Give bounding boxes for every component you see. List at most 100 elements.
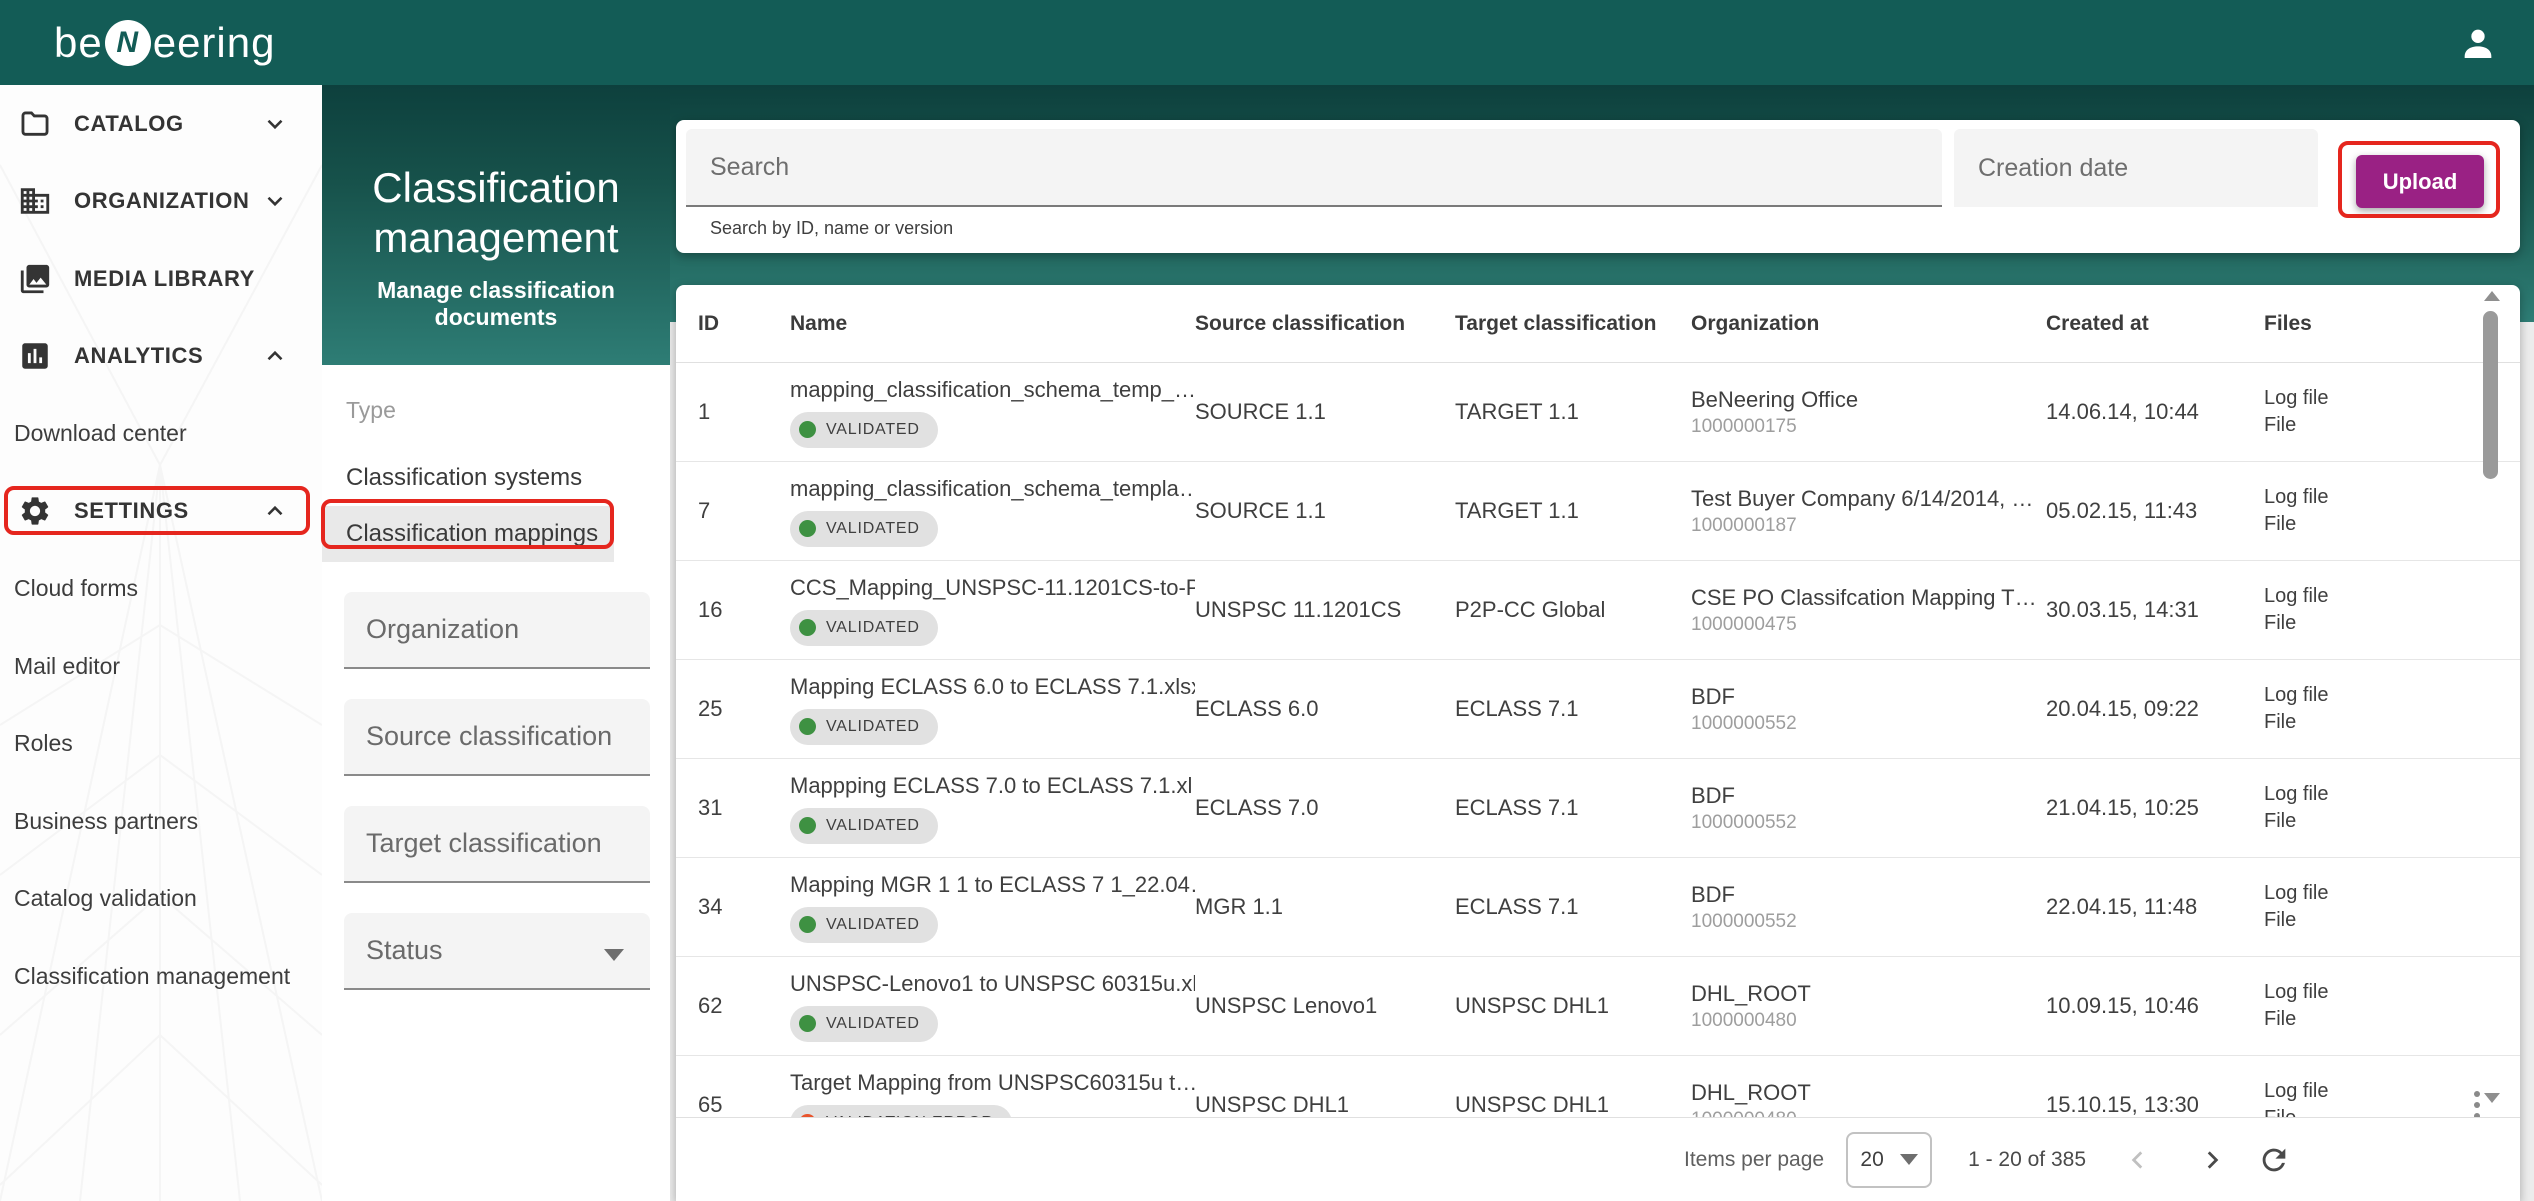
table-row[interactable]: 31 Mappping ECLASS 7.0 to ECLASS 7.1.xl…… bbox=[676, 759, 2520, 858]
sidebar-item-label: Business partners bbox=[14, 807, 199, 834]
status-badge: VALIDATION ERROR bbox=[790, 1104, 1012, 1117]
log-file-link[interactable]: Log file bbox=[2264, 1078, 2434, 1105]
sidebar-item-analytics[interactable]: ANALYTICS bbox=[0, 318, 322, 396]
sidebar-item-roles[interactable]: Roles bbox=[0, 705, 322, 783]
logo-prefix: be bbox=[54, 18, 103, 66]
scroll-up-arrow-icon[interactable] bbox=[2484, 291, 2500, 301]
sidebar-item-cloud-forms[interactable]: Cloud forms bbox=[0, 550, 322, 628]
beneering-logo: be Neering bbox=[54, 19, 275, 67]
sidebar-item-label: Download center bbox=[14, 420, 187, 447]
dropdown-caret-icon bbox=[604, 949, 624, 961]
table-row[interactable]: 62 UNSPSC-Lenovo1 to UNSPSC 60315u.xl… V… bbox=[676, 957, 2520, 1056]
media-library-icon bbox=[20, 264, 50, 293]
mappings-table-card: ID Name Source classification Target cla… bbox=[676, 285, 2520, 1201]
log-file-link[interactable]: Log file bbox=[2264, 781, 2434, 808]
sidebar-item-download-center[interactable]: Download center bbox=[0, 395, 322, 473]
status-dot-icon bbox=[799, 718, 816, 735]
refresh-icon[interactable] bbox=[2252, 1138, 2296, 1182]
status-badge: VALIDATED bbox=[790, 609, 938, 646]
log-file-link[interactable]: Log file bbox=[2264, 880, 2434, 907]
table-row[interactable]: 1 mapping_classification_schema_temp_… V… bbox=[676, 363, 2520, 462]
table-row[interactable]: 34 Mapping MGR 1 1 to ECLASS 7 1_22.04… … bbox=[676, 858, 2520, 957]
app-bar: be Neering bbox=[0, 0, 2534, 85]
sidebar-item-label: MEDIA LIBRARY bbox=[74, 265, 255, 291]
document-name: UNSPSC-Lenovo1 to UNSPSC 60315u.xl… bbox=[790, 970, 1195, 996]
chevron-down-icon bbox=[267, 197, 283, 207]
scroll-down-arrow-icon[interactable] bbox=[2484, 1093, 2500, 1103]
page-subtitle: Manage classification documents bbox=[377, 277, 615, 330]
previous-page-button[interactable] bbox=[2116, 1138, 2160, 1182]
table-row[interactable]: 65 Target Mapping from UNSPSC60315u t… V… bbox=[676, 1056, 2520, 1117]
option-classification-systems[interactable]: Classification systems bbox=[322, 450, 614, 506]
column-header-name: Name bbox=[790, 311, 848, 335]
panel-body: Type Classification systems Classificati… bbox=[322, 365, 670, 990]
creation-date-input[interactable]: Creation date bbox=[1954, 129, 2318, 207]
log-file-link[interactable]: Log file bbox=[2264, 583, 2434, 610]
classification-panel: Classification management Manage classif… bbox=[322, 85, 670, 1201]
file-link[interactable]: File bbox=[2264, 808, 2434, 835]
table-row[interactable]: 16 CCS_Mapping_UNSPSC-11.1201CS-to-P… VA… bbox=[676, 561, 2520, 660]
sidebar-item-organization[interactable]: ORGANIZATION bbox=[0, 163, 322, 241]
file-link[interactable]: File bbox=[2264, 1105, 2434, 1117]
organization-icon bbox=[20, 188, 50, 214]
sidebar-item-label: SETTINGS bbox=[74, 498, 189, 524]
status-dot-icon bbox=[799, 817, 816, 834]
column-header-target: Target classification bbox=[1455, 311, 1657, 335]
table-body: 1 mapping_classification_schema_temp_… V… bbox=[676, 363, 2520, 1117]
status-dot-icon bbox=[799, 520, 816, 537]
log-file-link[interactable]: Log file bbox=[2264, 385, 2434, 412]
column-header-created: Created at bbox=[2046, 311, 2149, 335]
document-name: Mappping ECLASS 7.0 to ECLASS 7.1.xl… bbox=[790, 772, 1195, 798]
status-filter-select[interactable]: Status bbox=[344, 913, 650, 990]
sidebar-nav: CATALOG ORGANIZATION MEDIA LIBRARY ANALY… bbox=[0, 85, 322, 1201]
log-file-link[interactable]: Log file bbox=[2264, 979, 2434, 1006]
file-link[interactable]: File bbox=[2264, 412, 2434, 439]
sidebar-item-catalog[interactable]: CATALOG bbox=[0, 85, 322, 163]
sidebar-item-catalog-validation[interactable]: Catalog validation bbox=[0, 860, 322, 938]
row-menu-icon[interactable] bbox=[2474, 1091, 2480, 1117]
organization-filter-field[interactable]: Organization bbox=[344, 592, 650, 669]
app-window: be Neering CATALOG ORGANIZATION MEDIA LI… bbox=[0, 0, 2534, 1201]
sidebar-item-label: ANALYTICS bbox=[74, 343, 204, 369]
upload-button[interactable]: Upload bbox=[2356, 155, 2484, 208]
sidebar-item-label: Mail editor bbox=[14, 652, 121, 679]
folder-icon bbox=[21, 111, 49, 136]
file-link[interactable]: File bbox=[2264, 610, 2434, 637]
sidebar-item-media-library[interactable]: MEDIA LIBRARY bbox=[0, 240, 322, 318]
option-classification-mappings[interactable]: Classification mappings bbox=[322, 506, 614, 562]
log-file-link[interactable]: Log file bbox=[2264, 484, 2434, 511]
logo-suffix: eering bbox=[152, 18, 276, 66]
search-helper-text: Search by ID, name or version bbox=[710, 218, 954, 238]
gear-icon bbox=[21, 497, 49, 525]
sidebar-item-business-partners[interactable]: Business partners bbox=[0, 783, 322, 861]
scrollbar-thumb[interactable] bbox=[2483, 311, 2498, 479]
file-link[interactable]: File bbox=[2264, 709, 2434, 736]
table-row[interactable]: 25 Mapping ECLASS 6.0 to ECLASS 7.1.xlsx… bbox=[676, 660, 2520, 759]
user-account-icon[interactable] bbox=[2458, 23, 2498, 63]
target-classification-filter-field[interactable]: Target classification bbox=[344, 806, 650, 883]
sidebar-item-label: Cloud forms bbox=[14, 575, 138, 602]
table-row[interactable]: 7 mapping_classification_schema_templa… … bbox=[676, 462, 2520, 561]
status-dot-icon bbox=[799, 619, 816, 636]
document-name: Mapping MGR 1 1 to ECLASS 7 1_22.04… bbox=[790, 871, 1195, 897]
document-name: CCS_Mapping_UNSPSC-11.1201CS-to-P… bbox=[790, 574, 1195, 600]
table-scrollbar[interactable] bbox=[2482, 289, 2500, 1105]
column-header-source: Source classification bbox=[1195, 311, 1406, 335]
sidebar-menu: CATALOG ORGANIZATION MEDIA LIBRARY ANALY… bbox=[0, 85, 322, 1015]
next-page-button[interactable] bbox=[2190, 1138, 2234, 1182]
file-link[interactable]: File bbox=[2264, 511, 2434, 538]
document-name: mapping_classification_schema_temp_… bbox=[790, 376, 1195, 402]
file-link[interactable]: File bbox=[2264, 907, 2434, 934]
status-dot-icon bbox=[799, 916, 816, 933]
log-file-link[interactable]: Log file bbox=[2264, 682, 2434, 709]
sidebar-item-classification-management[interactable]: Classification management bbox=[0, 938, 322, 1016]
sidebar-item-label: CATALOG bbox=[74, 110, 184, 136]
sidebar-item-settings[interactable]: SETTINGS bbox=[0, 473, 322, 551]
page-size-select[interactable]: 20 bbox=[1846, 1131, 1933, 1188]
page-range-text: 1 - 20 of 385 bbox=[1968, 1147, 2086, 1171]
search-input[interactable]: Search bbox=[686, 129, 1942, 207]
file-link[interactable]: File bbox=[2264, 1006, 2434, 1033]
source-classification-filter-field[interactable]: Source classification bbox=[344, 699, 650, 776]
sidebar-item-mail-editor[interactable]: Mail editor bbox=[0, 628, 322, 706]
sidebar-item-label: Classification management bbox=[14, 962, 291, 989]
